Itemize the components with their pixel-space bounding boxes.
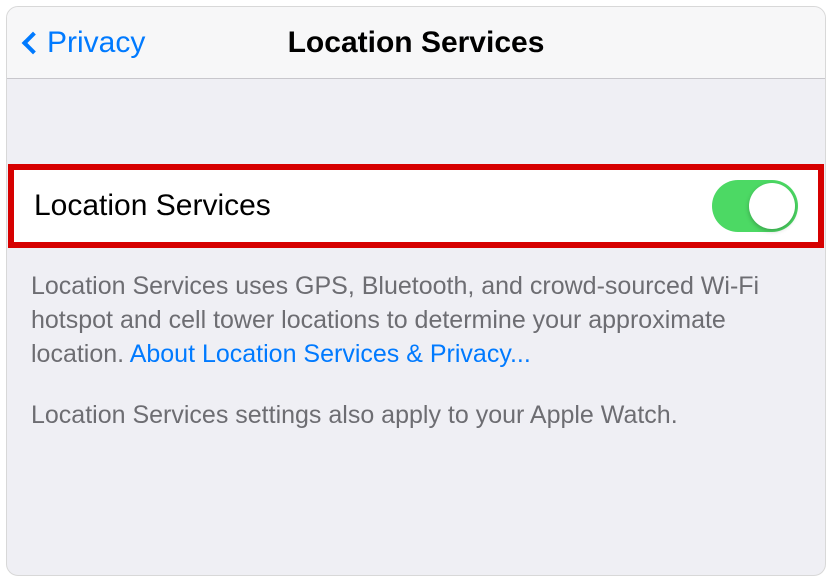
back-button[interactable]: Privacy (25, 26, 145, 60)
description-section: Location Services uses GPS, Bluetooth, a… (7, 248, 825, 433)
highlighted-annotation: Location Services (8, 164, 824, 248)
location-services-label: Location Services (34, 189, 271, 223)
page-title: Location Services (288, 26, 545, 60)
location-services-toggle[interactable] (712, 180, 798, 232)
toggle-knob-icon (749, 183, 795, 229)
location-services-row: Location Services (14, 170, 818, 242)
apple-watch-note: Location Services settings also apply to… (31, 399, 801, 433)
back-label: Privacy (47, 26, 145, 60)
chevron-left-icon (22, 31, 45, 54)
navigation-bar: Privacy Location Services (7, 7, 825, 79)
settings-panel: Privacy Location Services Location Servi… (6, 6, 826, 576)
section-spacer (7, 79, 825, 164)
description-paragraph: Location Services uses GPS, Bluetooth, a… (31, 270, 801, 371)
about-location-privacy-link[interactable]: About Location Services & Privacy... (130, 340, 531, 368)
